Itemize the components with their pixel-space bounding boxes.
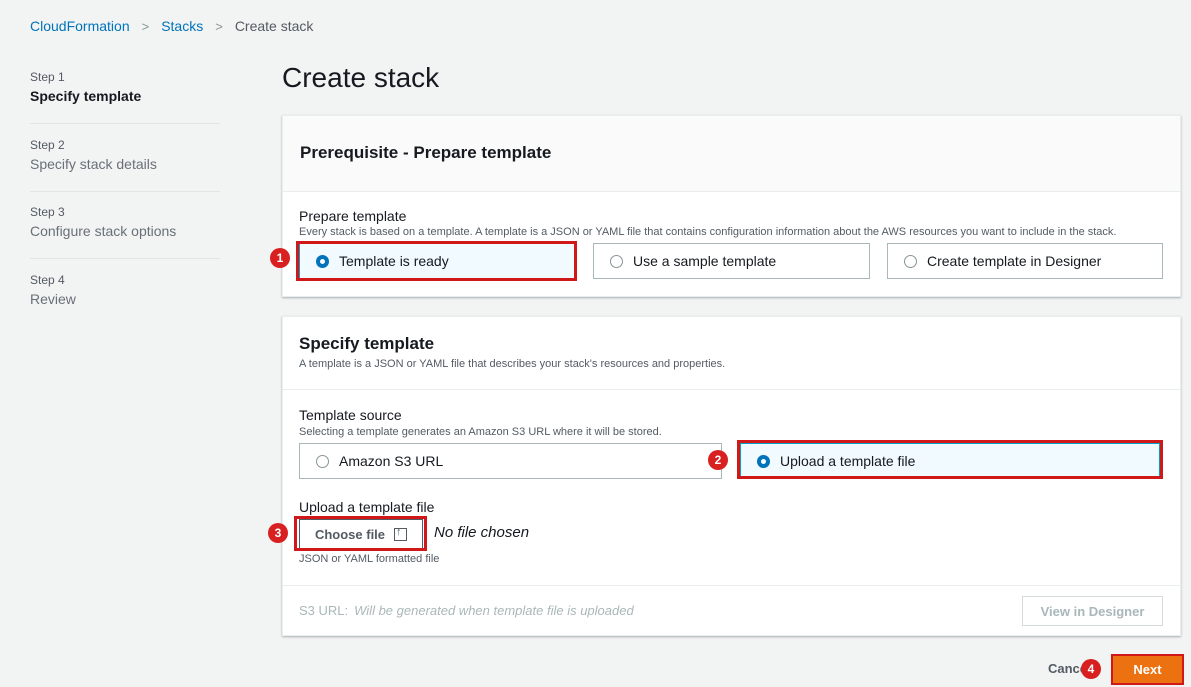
s3-url-placeholder: Will be generated when template file is … (354, 603, 634, 618)
marker-2: 2 (708, 450, 728, 470)
chevron-right-icon: > (141, 18, 150, 34)
radio-unselected-icon (316, 454, 329, 468)
step-divider (30, 258, 220, 259)
breadcrumb-current: Create stack (234, 18, 314, 34)
step-number: Step 4 (30, 272, 65, 287)
marker-4: 4 (1081, 659, 1101, 679)
radio-create-designer[interactable]: Create template in Designer (887, 243, 1163, 279)
radio-label: Create template in Designer (927, 253, 1102, 269)
marker-1: 1 (270, 248, 290, 268)
highlight-box (294, 516, 427, 551)
view-in-designer-button: View in Designer (1022, 596, 1163, 626)
highlight-box (296, 241, 577, 281)
panel-divider (283, 389, 1180, 390)
radio-unselected-icon (904, 254, 917, 268)
template-source-label: Template source (299, 407, 402, 423)
radio-label: Amazon S3 URL (339, 453, 444, 469)
step-divider (30, 191, 220, 192)
template-source-description: Selecting a template generates an Amazon… (299, 426, 662, 438)
marker-3: 3 (268, 523, 288, 543)
radio-unselected-icon (610, 254, 623, 268)
step-title: Configure stack options (30, 223, 177, 239)
step-3[interactable]: Step 3 Configure stack options (30, 205, 220, 273)
step-title: Review (30, 290, 76, 307)
next-button[interactable]: Next (1111, 654, 1184, 685)
step-4[interactable]: Step 4 Review (30, 273, 220, 341)
breadcrumb-stacks[interactable]: Stacks (161, 18, 203, 34)
page-title: Create stack (282, 62, 440, 93)
specify-template-header: Specify template (299, 334, 435, 353)
step-1: Step 1 Specify template (30, 70, 220, 138)
specify-template-description: A template is a JSON or YAML file that d… (299, 358, 726, 370)
step-2[interactable]: Step 2 Specify stack details (30, 138, 220, 206)
wizard-steps: Step 1 Specify template Step 2 Specify s… (30, 70, 220, 340)
step-number: Step 3 (30, 205, 65, 219)
chevron-right-icon: > (215, 18, 223, 34)
step-title: Specify stack details (30, 155, 157, 172)
prepare-template-label: Prepare template (299, 208, 407, 224)
upload-file-label: Upload a template file (299, 499, 435, 515)
panel-header: Prerequisite - Prepare template (283, 116, 1180, 192)
breadcrumb: CloudFormation > Stacks > Create stack (30, 18, 313, 34)
highlight-box (737, 440, 1163, 479)
cancel-button[interactable]: Cancel (1048, 661, 1084, 676)
radio-label: Use a sample template (633, 253, 777, 269)
step-number: Step 2 (30, 137, 65, 152)
prepare-template-description: Every stack is based on a template. A te… (299, 226, 1117, 238)
panel-divider (283, 585, 1180, 586)
s3-url-row: S3 URL: Will be generated when template f… (299, 603, 634, 618)
step-title: Specify template (30, 88, 142, 104)
no-file-chosen: No file chosen (434, 524, 530, 541)
step-divider (30, 123, 220, 124)
radio-sample-template[interactable]: Use a sample template (593, 243, 870, 279)
radio-amazon-s3-url[interactable]: Amazon S3 URL (299, 443, 722, 479)
breadcrumb-cloudformation[interactable]: CloudFormation (30, 18, 130, 34)
upload-hint: JSON or YAML formatted file (299, 553, 440, 565)
s3-url-label: S3 URL: (299, 603, 349, 618)
step-number: Step 1 (30, 70, 65, 84)
